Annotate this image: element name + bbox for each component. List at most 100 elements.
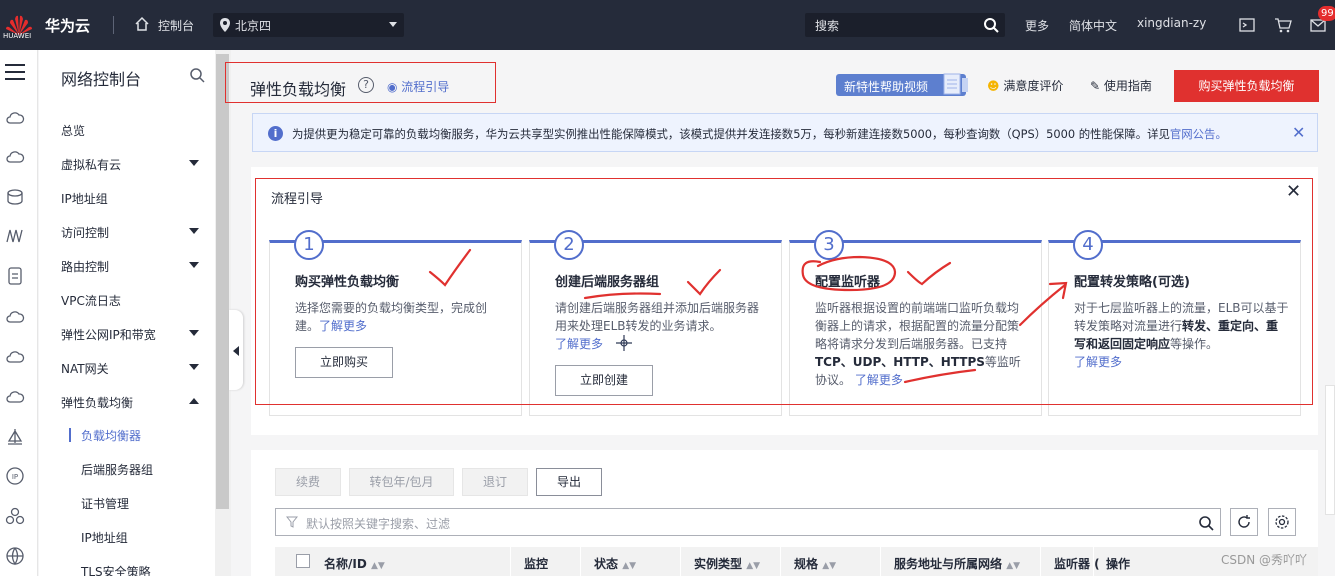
network-icon[interactable] [5,226,25,246]
sidebar-item-backend-groups[interactable]: 后端服务器组 [81,461,153,478]
chevron-down-icon[interactable] [189,262,199,268]
column-divider [580,547,581,576]
column-instance-type[interactable]: 实例类型 ▲▼ [694,555,760,572]
satisfaction-label: 满意度评价 [1003,79,1064,93]
huawei-logo-text: HUAWEI [3,32,32,40]
sidebar-item-overview[interactable]: 总览 [61,122,85,139]
user-guide-link[interactable]: ✎ 使用指南 [1090,77,1152,94]
chevron-down-icon[interactable] [189,364,199,370]
sidebar-item-elb-ip-group[interactable]: IP地址组 [81,529,128,546]
search-icon[interactable] [983,17,999,33]
annotation-box [255,178,1313,405]
sidebar-item-vpc[interactable]: 虚拟私有云 [61,156,121,173]
database-icon[interactable] [5,187,25,207]
search-icon[interactable] [189,67,205,83]
column-spec[interactable]: 规格 ▲▼ [794,555,836,572]
column-divider [1093,547,1094,576]
unsubscribe-button[interactable]: 退订 [462,468,528,496]
sidebar-item-vpc-flow-log[interactable]: VPC流日志 [61,292,121,309]
notice-body: 为提供更为稳定可靠的负载均衡服务，华为云共享型实例推出性能保障模式，该模式提供并… [292,127,1170,141]
user-menu[interactable]: xingdian-zy [1137,16,1206,30]
watermark: CSDN @秀吖吖 [1221,553,1308,567]
sidebar-item-access-control[interactable]: 访问控制 [61,224,109,241]
cluster-icon[interactable] [5,506,25,526]
sidebar-item-nat[interactable]: NAT网关 [61,360,109,377]
cloud-icon[interactable] [5,387,25,407]
info-icon: i [268,126,283,141]
search-placeholder: 搜索 [815,19,840,33]
menu-icon[interactable] [4,62,26,82]
column-divider [510,547,511,576]
chevron-down-icon[interactable] [189,330,199,336]
sidebar-item-tls-policy[interactable]: TLS安全策略 [81,563,151,576]
terminal-icon[interactable] [1238,16,1256,34]
sort-icon[interactable]: ▲▼ [746,561,760,571]
column-label: 规格 [794,557,819,571]
column-status[interactable]: 状态 ▲▼ [594,555,636,572]
satisfaction-link[interactable]: ☻ 满意度评价 [987,77,1063,94]
buy-elb-button[interactable]: 购买弹性负载均衡 [1174,70,1319,102]
column-label: 服务地址与所属网络 [894,557,1003,571]
renew-button[interactable]: 续费 [275,468,341,496]
svg-text:IP: IP [12,473,18,481]
brand-name[interactable]: 华为云 [45,15,90,36]
gear-icon [1275,515,1289,529]
sidebar-item-eip[interactable]: 弹性公网IP和带宽 [61,326,156,343]
console-link[interactable]: 控制台 [158,17,194,34]
sort-icon[interactable]: ▲▼ [622,561,636,571]
chevron-down-icon[interactable] [189,228,199,234]
global-search[interactable]: 搜索 [805,13,1005,37]
sidenav-scroll-thumb[interactable] [216,54,229,509]
mail-badge: 99 [1318,6,1335,21]
video-doc-icon [943,73,968,95]
search-icon[interactable] [1198,515,1214,531]
sort-icon[interactable]: ▲▼ [1006,561,1020,571]
cloud-icon[interactable] [5,108,25,128]
column-divider [780,547,781,576]
cloud-icon[interactable] [5,307,25,327]
close-icon[interactable]: ✕ [1292,123,1305,142]
active-indicator [69,428,71,442]
filter-input[interactable]: 默认按照关键字搜索、过滤 [275,508,1221,536]
sidebar-item-route-control[interactable]: 路由控制 [61,258,109,275]
notice-link[interactable]: 官网公告。 [1170,127,1227,141]
column-name[interactable]: 名称/ID ▲▼ [324,555,385,572]
column-monitor: 监控 [524,557,549,571]
settings-button[interactable] [1268,508,1296,536]
globe-icon[interactable] [5,546,25,566]
sidebar-item-ip-group[interactable]: IP地址组 [61,190,108,207]
sidebar-item-load-balancers[interactable]: 负载均衡器 [81,427,141,444]
column-divider [1040,547,1041,576]
home-icon[interactable] [134,16,150,32]
cloud-icon[interactable] [5,347,25,367]
cloud-icon[interactable] [5,147,25,167]
user-guide-label: 使用指南 [1103,79,1152,93]
sidebar-item-certificates[interactable]: 证书管理 [81,495,129,512]
sidebar-item-elb[interactable]: 弹性负载均衡 [61,394,133,411]
chevron-down-icon[interactable] [189,160,199,166]
column-address-network[interactable]: 服务地址与所属网络 ▲▼ [894,555,1020,572]
ip-icon[interactable]: IP [5,466,25,486]
language-switch[interactable]: 简体中文 [1069,17,1117,34]
select-all-checkbox[interactable] [296,554,310,568]
sort-icon[interactable]: ▲▼ [822,561,836,571]
sail-icon[interactable] [5,427,25,447]
export-button[interactable]: 导出 [536,468,602,496]
cart-icon[interactable] [1274,16,1292,34]
region-select[interactable]: 北京四 [213,13,404,37]
floating-side-panel[interactable] [1325,385,1335,515]
chevron-up-icon[interactable] [189,398,199,404]
refresh-button[interactable] [1230,508,1258,536]
more-menu[interactable]: 更多 [1025,17,1049,34]
new-feature-video-button[interactable]: 新特性帮助视频 [836,73,968,96]
document-icon[interactable] [5,266,25,286]
sort-icon[interactable]: ▲▼ [371,561,385,571]
new-feature-video-label: 新特性帮助视频 [844,80,929,94]
refresh-icon [1238,515,1250,528]
table-header: 名称/ID ▲▼ 监控 状态 ▲▼ 实例类型 ▲▼ 规格 ▲▼ 服务地址与所属网… [275,547,1318,576]
chevron-left-icon [233,346,239,356]
to-yearly-button[interactable]: 转包年/包月 [349,468,454,496]
collapse-sidenav-button[interactable] [229,310,243,390]
column-label: 状态 [594,557,619,571]
divider [113,16,114,34]
